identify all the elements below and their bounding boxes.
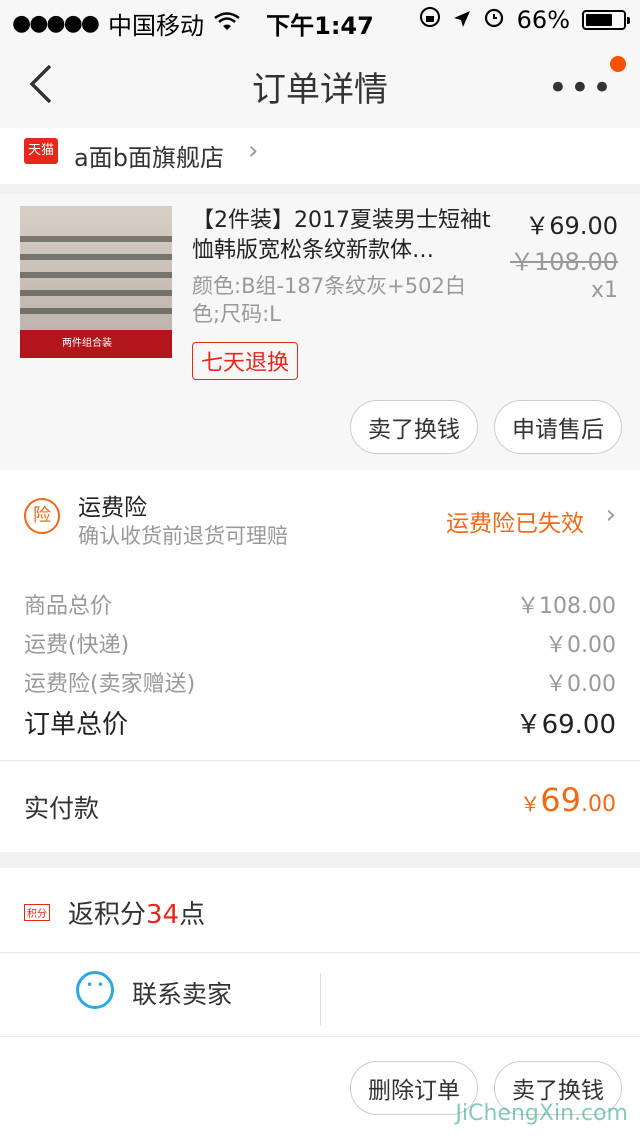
rotation-lock-icon xyxy=(419,6,441,34)
tmall-logo: 天猫 xyxy=(24,138,58,164)
cost-row: 商品总价 ￥108.00 xyxy=(24,588,616,620)
points-icon: 积分 xyxy=(24,904,50,921)
insurance-title: 运费险 xyxy=(78,495,147,521)
payment-label: 实付款 xyxy=(24,794,100,823)
chevron-right-icon: › xyxy=(605,500,616,530)
insurance-icon: 险 xyxy=(24,498,60,534)
location-icon xyxy=(453,6,471,34)
footer-bar: 删除订单 卖了换钱 JiChengXin.com xyxy=(0,1036,640,1136)
thumbnail-caption: 两件组合装 xyxy=(62,338,112,349)
return-policy-tag: 七天退换 xyxy=(192,342,299,380)
nav-bar: 订单详情 ••• xyxy=(0,40,640,128)
payment-row: 实付款 ￥69.00 xyxy=(0,760,640,852)
order-total-row: 订单总价 ￥69.00 xyxy=(24,704,616,741)
contact-row: 联系卖家 xyxy=(0,952,640,1036)
payment-amount: ￥69.00 xyxy=(520,781,616,819)
product-quantity: x1 xyxy=(590,278,618,303)
product-thumbnail[interactable]: 两件组合装 xyxy=(20,206,172,358)
insurance-status: 运费险已失效 xyxy=(446,511,584,537)
cost-label: 运费险(卖家赠送) xyxy=(24,672,196,697)
points-row: 积分 返积分34点 xyxy=(0,868,640,952)
after-sale-button[interactable]: 申请售后 xyxy=(494,400,622,454)
cost-label: 运费(快递) xyxy=(24,633,130,658)
battery-icon xyxy=(582,10,630,30)
divider xyxy=(320,973,321,1025)
product-sku: 颜色:B组-187条纹灰+502白色;尺码:L xyxy=(192,274,466,326)
shop-name: a面b面旗舰店 xyxy=(74,144,224,172)
watermark: JiChengXin.com xyxy=(455,1101,628,1126)
cost-value: ￥0.00 xyxy=(545,633,616,658)
shop-row[interactable]: 天猫 a面b面旗舰店 › xyxy=(0,128,640,184)
product-title[interactable]: 【2件装】2017夏装男士短袖t恤韩版宽松条纹新款体… xyxy=(192,206,492,266)
contact-seller-button[interactable]: 联系卖家 xyxy=(132,975,232,1011)
cost-value: ￥108.00 xyxy=(517,594,616,619)
more-button[interactable]: ••• xyxy=(548,68,614,108)
battery-percent: 66% xyxy=(516,6,570,34)
insurance-subtitle: 确认收货前退货可理赔 xyxy=(78,524,288,548)
cost-row: 运费(快递) ￥0.00 xyxy=(24,627,616,659)
status-bar: ●●●●● 中国移动 下午1:47 66% xyxy=(0,0,640,40)
alarm-icon xyxy=(483,6,505,34)
product-card: 两件组合装 【2件装】2017夏装男士短袖t恤韩版宽松条纹新款体… 颜色:B组-… xyxy=(0,194,640,470)
shipping-insurance-row[interactable]: 险 运费险 确认收货前退货可理赔 运费险已失效 › xyxy=(0,470,640,562)
order-total-label: 订单总价 xyxy=(24,710,129,740)
cost-value: ￥0.00 xyxy=(545,672,616,697)
notification-dot xyxy=(610,56,626,72)
points-count: 34 xyxy=(146,900,180,930)
points-text: 返积分34点 xyxy=(68,900,206,930)
chat-icon xyxy=(76,971,114,1009)
order-total-value: ￥69.00 xyxy=(515,710,616,740)
cost-summary: 商品总价 ￥108.00 运费(快递) ￥0.00 运费险(卖家赠送) ￥0.0… xyxy=(0,562,640,760)
cost-label: 商品总价 xyxy=(24,594,113,619)
chevron-right-icon: › xyxy=(248,136,259,166)
sell-button[interactable]: 卖了换钱 xyxy=(350,400,478,454)
cost-row: 运费险(卖家赠送) ￥0.00 xyxy=(24,666,616,698)
page-title: 订单详情 xyxy=(252,70,388,110)
product-price: ￥69.00 xyxy=(525,212,618,240)
product-original-price: ￥108.00 xyxy=(510,248,618,276)
